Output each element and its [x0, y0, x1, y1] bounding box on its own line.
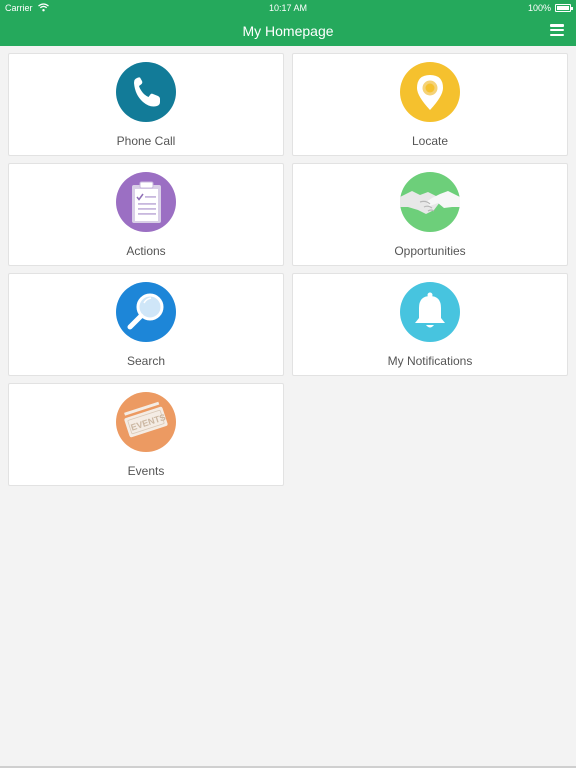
- tile-label: Search: [126, 354, 166, 368]
- tile-events[interactable]: EVENTS Events: [8, 383, 284, 486]
- magnifier-icon: [116, 282, 176, 342]
- tile-label: Actions: [126, 244, 166, 258]
- tile-my-notifications[interactable]: My Notifications: [292, 273, 568, 376]
- handshake-icon: [400, 172, 460, 232]
- tile-actions[interactable]: Actions: [8, 163, 284, 266]
- tile-label: Locate: [411, 134, 449, 148]
- hamburger-menu-icon[interactable]: [550, 24, 564, 36]
- tile-label: Events: [127, 464, 165, 478]
- tile-label: Opportunities: [394, 244, 466, 258]
- status-bar: Carrier 10:17 AM 100%: [0, 0, 576, 16]
- battery-icon: [555, 4, 573, 12]
- clock: 10:17 AM: [268, 3, 308, 13]
- bell-icon: [400, 282, 460, 342]
- clipboard-checklist-icon: [116, 172, 176, 232]
- tile-opportunities[interactable]: Opportunities: [292, 163, 568, 266]
- tile-label: Phone Call: [116, 134, 176, 148]
- tile-phone-call[interactable]: Phone Call: [8, 53, 284, 156]
- tile-search[interactable]: Search: [8, 273, 284, 376]
- tile-locate[interactable]: Locate: [292, 53, 568, 156]
- event-ticket-icon: EVENTS: [116, 392, 176, 452]
- navigation-bar: My Homepage: [0, 16, 576, 46]
- phone-icon: [116, 62, 176, 122]
- tile-label: My Notifications: [387, 354, 473, 368]
- location-pin-icon: [400, 62, 460, 122]
- page-title: My Homepage: [242, 23, 334, 39]
- battery-percentage: 100%: [527, 3, 551, 13]
